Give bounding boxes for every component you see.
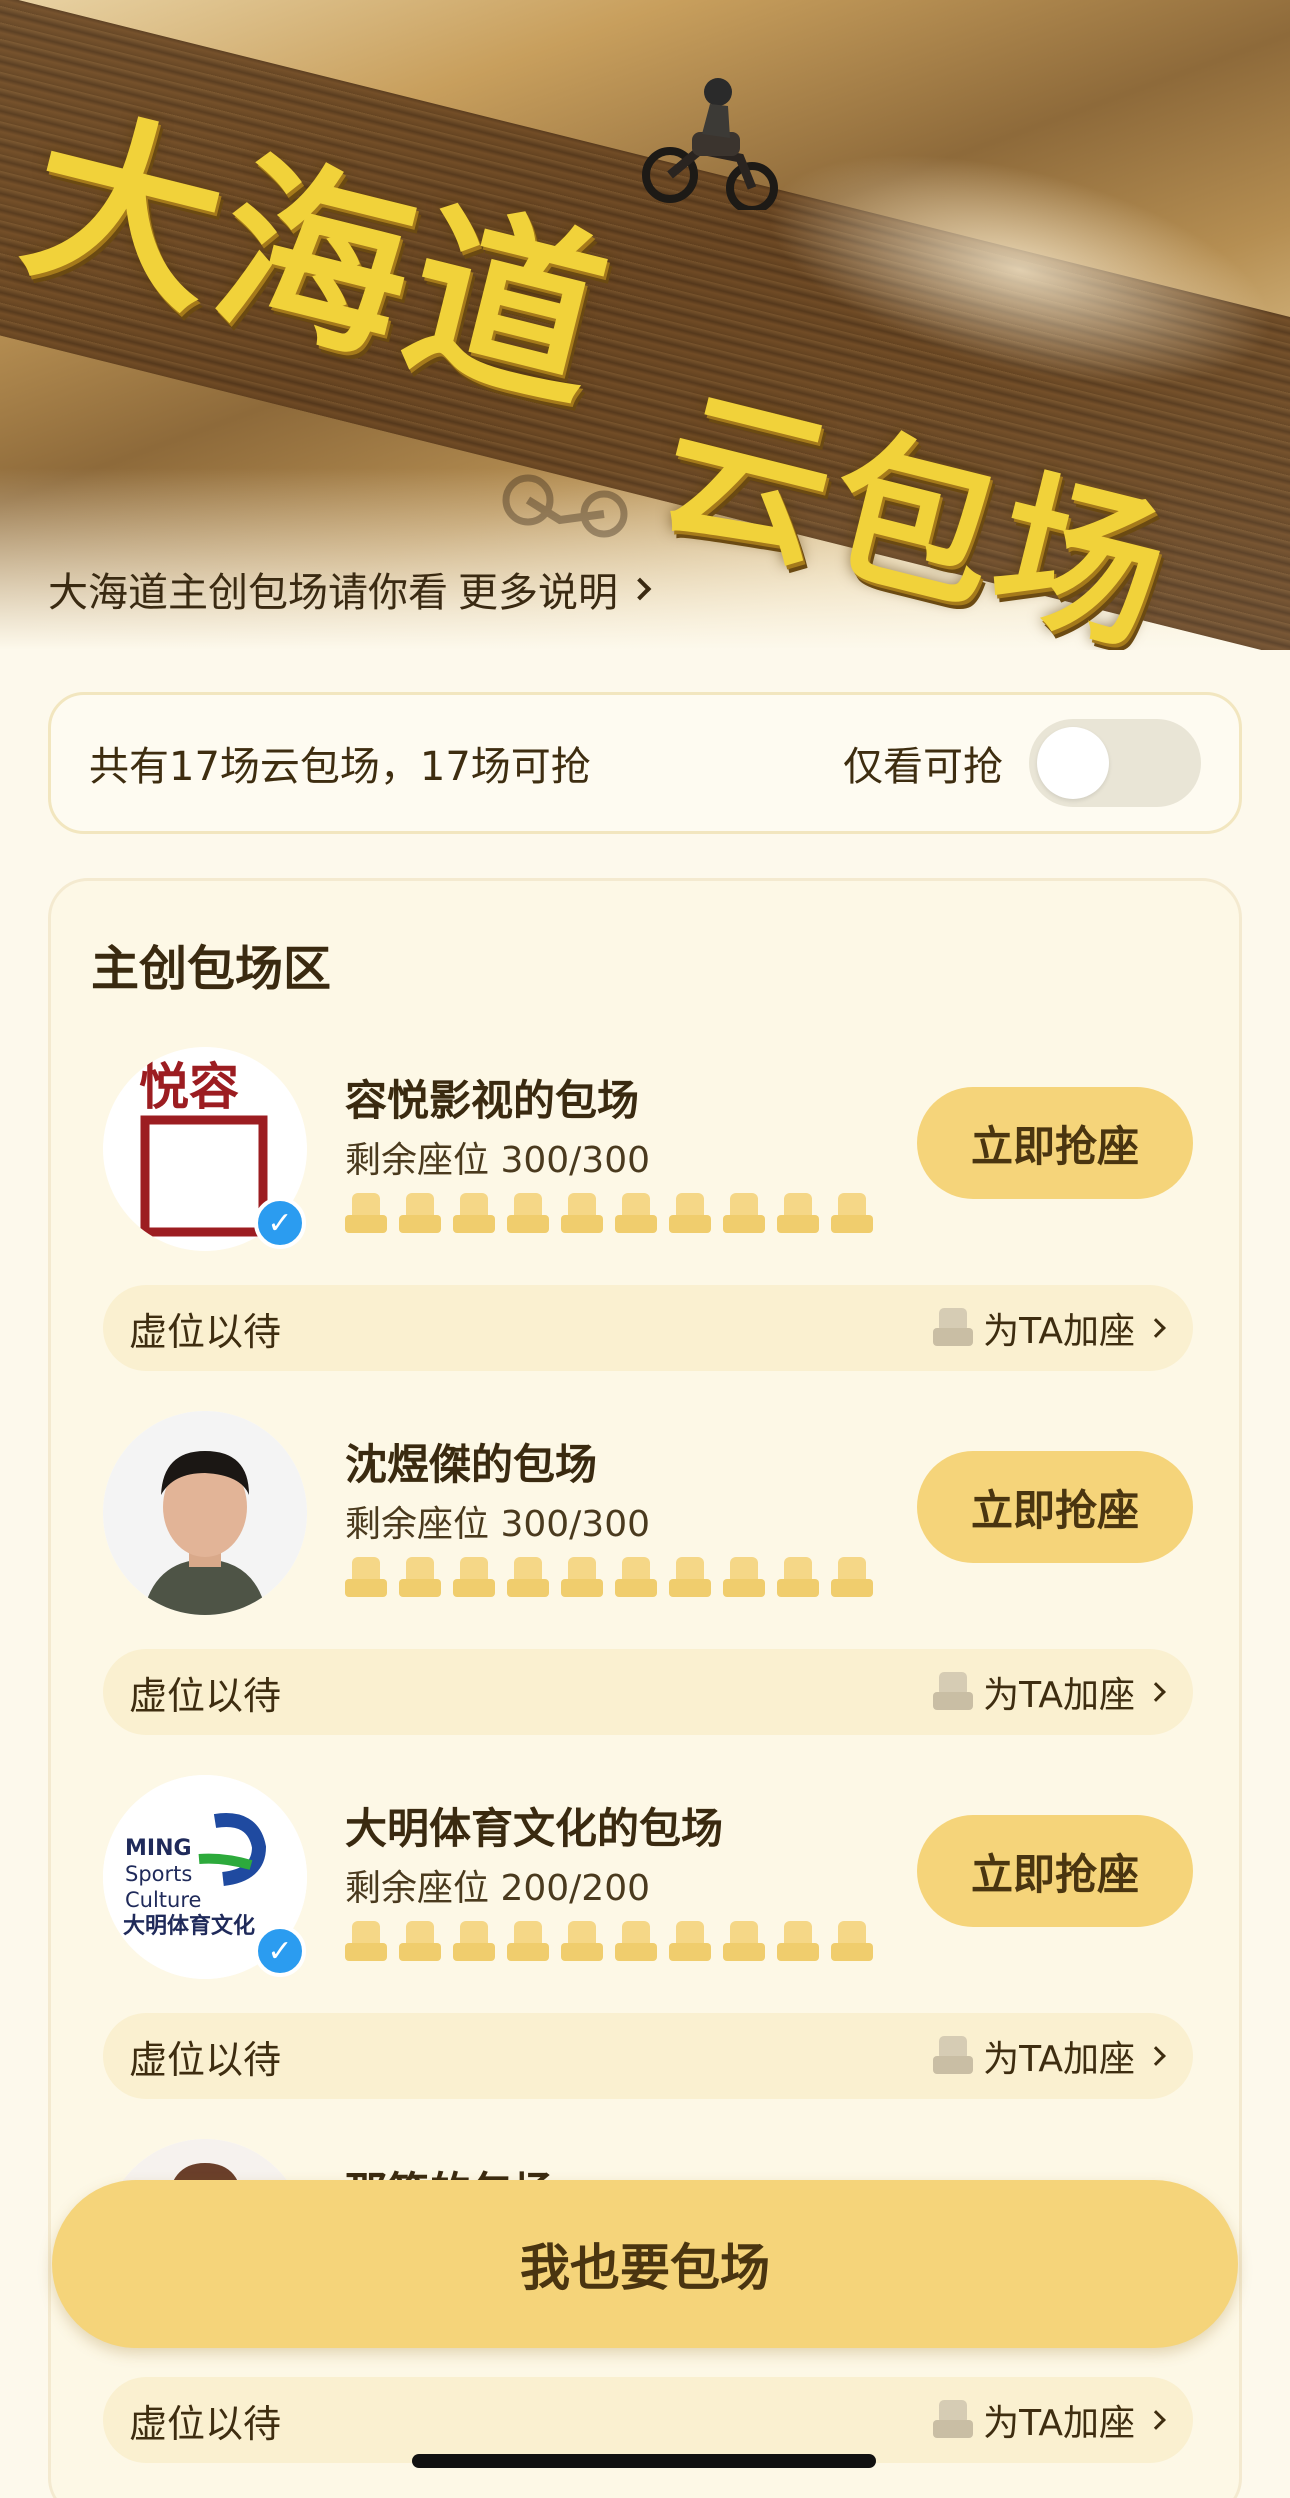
- seat-icon: [399, 1557, 441, 1597]
- seat-icon: [669, 1921, 711, 1961]
- banner-subtitle: 大海道主创包场请你看: [48, 570, 448, 616]
- waiting-row: 虚位以待 为TA加座: [103, 2377, 1193, 2463]
- logo-text-ming: MING: [125, 1836, 192, 1861]
- waiting-status: 虚位以待: [129, 2037, 282, 2082]
- waiting-row: 虚位以待 为TA加座: [103, 1285, 1193, 1371]
- verified-badge-icon: ✓: [254, 1197, 306, 1249]
- section-title: 主创包场区: [91, 941, 332, 997]
- seat-icon: [453, 1193, 495, 1233]
- seat-indicator-row: [345, 1921, 873, 1961]
- seat-icon: [669, 1557, 711, 1597]
- available-filter: 仅看可抢: [843, 719, 1201, 807]
- chevron-right-icon: [1146, 2410, 1166, 2430]
- seat-icon: [777, 1921, 819, 1961]
- waiting-row: 虚位以待 为TA加座: [103, 1649, 1193, 1735]
- seat-icon: [831, 1921, 873, 1961]
- logo-text-culture: Culture: [125, 1888, 201, 1912]
- verified-badge-icon: ✓: [254, 1925, 306, 1977]
- add-seat-label: 为TA加座: [983, 2403, 1135, 2444]
- screening-entry: MING Sports Culture 大明体育文化 ✓ 大明体育文化的包场 剩…: [51, 1775, 1245, 2115]
- home-indicator[interactable]: [412, 2454, 876, 2468]
- logo-text-sports: Sports: [125, 1862, 192, 1886]
- svg-text:悦容: 悦容: [139, 1057, 239, 1116]
- seat-icon: [561, 1921, 603, 1961]
- add-seat-link[interactable]: 为TA加座: [933, 1302, 1166, 1354]
- entry-seats: 剩余座位 200/200: [345, 1868, 650, 1909]
- seat-indicator-row: [345, 1193, 873, 1233]
- waiting-status: 虚位以待: [129, 1673, 282, 1718]
- add-seat-label: 为TA加座: [983, 2039, 1135, 2080]
- entry-name: 沈煜傑的包场: [345, 1440, 598, 1489]
- add-seat-link[interactable]: 为TA加座: [933, 1666, 1166, 1718]
- seat-icon: [453, 1921, 495, 1961]
- entry-seats: 剩余座位 300/300: [345, 1504, 650, 1545]
- person-avatar-icon: [103, 1411, 307, 1615]
- seat-icon: [561, 1193, 603, 1233]
- chair-add-icon: [933, 1672, 974, 1712]
- waiting-row: 虚位以待 为TA加座: [103, 2013, 1193, 2099]
- seat-indicator-row: [345, 1557, 873, 1597]
- screening-entry: 悦容 ✓ 容悦影视的包场 剩余座位 300/300 立即抢座 虚位以待 为TA加…: [51, 1047, 1245, 1387]
- waiting-status: 虚位以待: [129, 1309, 282, 1354]
- summary-count-text: 共有17场云包场，17场可抢: [89, 744, 591, 790]
- seat-icon: [507, 1557, 549, 1597]
- chair-add-icon: [933, 1308, 974, 1348]
- chevron-right-icon: [1146, 1318, 1166, 1338]
- seat-icon: [831, 1557, 873, 1597]
- add-seat-label: 为TA加座: [983, 1675, 1135, 1716]
- seat-icon: [777, 1193, 819, 1233]
- seat-icon: [507, 1921, 549, 1961]
- entry-name: 大明体育文化的包场: [345, 1804, 724, 1853]
- grab-seat-button[interactable]: 立即抢座: [917, 1815, 1193, 1927]
- seat-icon: [345, 1557, 387, 1597]
- motorcycle-image: [642, 78, 778, 210]
- add-seat-label: 为TA加座: [983, 1311, 1135, 1352]
- seat-icon: [399, 1921, 441, 1961]
- add-seat-link[interactable]: 为TA加座: [933, 2030, 1166, 2082]
- available-only-toggle[interactable]: [1029, 719, 1201, 807]
- filter-label: 仅看可抢: [843, 744, 1003, 790]
- banner-info-link[interactable]: 大海道主创包场请你看 更多说明: [48, 560, 652, 618]
- add-seat-link[interactable]: 为TA加座: [933, 2394, 1166, 2446]
- seat-icon: [777, 1557, 819, 1597]
- chevron-right-icon: [1146, 1682, 1166, 1702]
- more-info-link[interactable]: 更多说明: [458, 560, 618, 618]
- seat-icon: [723, 1921, 765, 1961]
- waiting-status: 虚位以待: [129, 2401, 282, 2446]
- seat-icon: [507, 1193, 549, 1233]
- chevron-right-icon: [1146, 2046, 1166, 2066]
- chair-add-icon: [933, 2036, 974, 2076]
- create-screening-button[interactable]: 我也要包场: [52, 2180, 1238, 2348]
- avatar[interactable]: [103, 1411, 307, 1615]
- grab-seat-button[interactable]: 立即抢座: [917, 1087, 1193, 1199]
- seat-icon: [723, 1557, 765, 1597]
- seat-icon: [345, 1193, 387, 1233]
- screening-entry: 沈煜傑的包场 剩余座位 300/300 立即抢座 虚位以待 为TA加座: [51, 1411, 1245, 1751]
- logo-text-chinese: 大明体育文化: [123, 1913, 255, 1939]
- toggle-knob: [1037, 727, 1109, 799]
- entry-seats: 剩余座位 300/300: [345, 1140, 650, 1181]
- seat-icon: [615, 1557, 657, 1597]
- hero-banner: 大海道 云包场 大海道主创包场请你看 更多说明: [0, 0, 1290, 650]
- seat-icon: [561, 1557, 603, 1597]
- seat-icon: [615, 1193, 657, 1233]
- seat-icon: [453, 1557, 495, 1597]
- chevron-right-icon: [628, 577, 652, 601]
- grab-seat-button[interactable]: 立即抢座: [917, 1451, 1193, 1563]
- summary-bar: 共有17场云包场，17场可抢 仅看可抢: [48, 692, 1242, 834]
- seat-icon: [669, 1193, 711, 1233]
- seat-icon: [615, 1921, 657, 1961]
- seat-icon: [723, 1193, 765, 1233]
- entry-name: 容悦影视的包场: [345, 1076, 640, 1125]
- seat-icon: [399, 1193, 441, 1233]
- seat-icon: [831, 1193, 873, 1233]
- chair-add-icon: [933, 2400, 974, 2440]
- seat-icon: [345, 1921, 387, 1961]
